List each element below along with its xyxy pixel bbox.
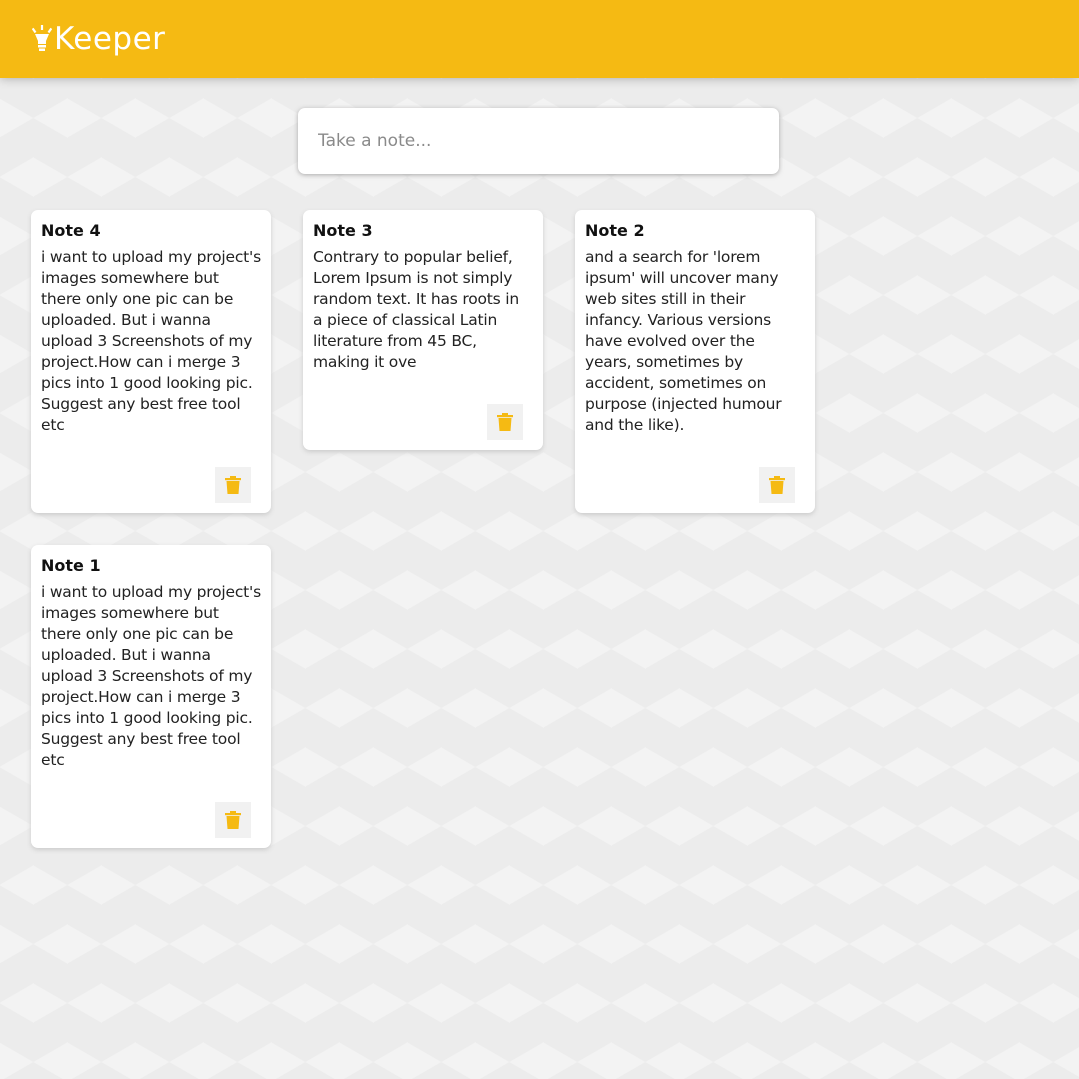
- delete-button[interactable]: [215, 802, 251, 838]
- delete-button[interactable]: [215, 467, 251, 503]
- note-card: Note 2 and a search for 'lorem ipsum' wi…: [575, 210, 815, 513]
- note-content: i want to upload my project's images som…: [41, 583, 261, 769]
- delete-button[interactable]: [487, 404, 523, 440]
- create-note-form: [298, 108, 779, 174]
- delete-button[interactable]: [759, 467, 795, 503]
- app-title: Keeper: [54, 21, 166, 57]
- note-title: Note 1: [41, 556, 101, 575]
- trash-icon: [769, 476, 785, 494]
- trash-icon: [225, 811, 241, 829]
- note-content: and a search for 'lorem ipsum' will unco…: [585, 248, 782, 434]
- note-title: Note 3: [313, 221, 373, 240]
- note-content: i want to upload my project's images som…: [41, 248, 261, 434]
- app-header: Keeper: [0, 0, 1079, 78]
- trash-icon: [225, 476, 241, 494]
- note-title: Note 2: [585, 221, 645, 240]
- trash-icon: [497, 413, 513, 431]
- note-content: Contrary to popular belief, Lorem Ipsum …: [313, 248, 519, 371]
- lightbulb-icon: [31, 25, 53, 53]
- note-card: Note 1 i want to upload my project's ima…: [31, 545, 271, 848]
- note-card: Note 3 Contrary to popular belief, Lorem…: [303, 210, 543, 450]
- note-card: Note 4 i want to upload my project's ima…: [31, 210, 271, 513]
- note-input[interactable]: [298, 108, 779, 174]
- note-title: Note 4: [41, 221, 101, 240]
